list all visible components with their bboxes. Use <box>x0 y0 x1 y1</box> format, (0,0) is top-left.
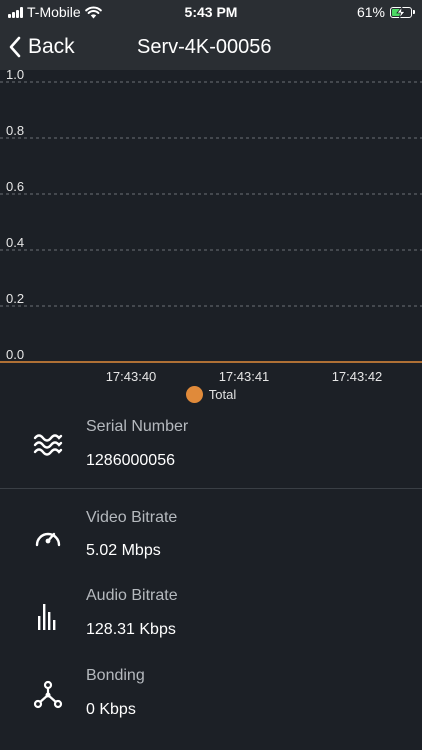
bitrate-chart: 0.0 0.2 0.4 0.6 0.8 1.0 17:43:40 17:43:41 17:43:… <box>0 70 422 406</box>
x-tick-label: 17:43:41 <box>219 369 270 384</box>
bonding-value: 0 Kbps <box>86 701 136 718</box>
battery-group: 61% <box>356 4 415 20</box>
x-tick-label: 17:43:42 <box>332 369 383 384</box>
video-bitrate-value: 5.02 Mbps <box>86 542 161 559</box>
navigation-bar: Back Serv-4K-00056 <box>0 24 422 70</box>
network-nodes-icon <box>31 678 65 712</box>
audio-bitrate-value: 128.31 Kbps <box>86 621 176 638</box>
serial-number-value: 1286000056 <box>86 452 175 469</box>
back-label: Back <box>28 35 75 58</box>
legend-label-total: Total <box>208 387 237 402</box>
y-tick-label: 0.6 <box>6 179 24 194</box>
divider <box>0 488 422 489</box>
status-bar: T-Mobile 5:43 PM 61% <box>0 0 422 24</box>
y-tick-label: 0.2 <box>6 291 24 306</box>
bolt-icon <box>396 6 406 18</box>
waves-icon <box>31 428 65 462</box>
back-button[interactable]: Back <box>8 32 75 62</box>
battery-percent: 61% <box>356 4 385 20</box>
info-section: Serial Number 1286000056 Video Bitrate 5… <box>0 406 422 750</box>
x-tick-label: 17:43:40 <box>106 369 157 384</box>
video-bitrate-label: Video Bitrate <box>86 509 178 526</box>
serial-number-label: Serial Number <box>86 418 189 435</box>
speedometer-icon <box>31 520 65 554</box>
battery-charging-icon <box>390 6 415 18</box>
chart-legend: Total <box>0 386 422 403</box>
audio-bars-icon <box>31 600 65 634</box>
y-tick-label: 0.4 <box>6 235 24 250</box>
legend-marker-total <box>185 386 203 403</box>
audio-bitrate-label: Audio Bitrate <box>86 587 178 604</box>
y-tick-label: 1.0 <box>6 70 24 82</box>
y-tick-label: 0.0 <box>6 347 24 362</box>
page-title: Serv-4K-00056 <box>137 36 272 58</box>
audio-bitrate-row: Audio Bitrate 128.31 Kbps <box>0 578 422 658</box>
y-tick-label: 0.8 <box>6 123 24 138</box>
serial-number-row: Serial Number 1286000056 <box>0 406 422 488</box>
chevron-left-icon <box>9 36 21 58</box>
bonding-label: Bonding <box>86 667 145 684</box>
bonding-row: Bonding 0 Kbps <box>0 658 422 738</box>
video-bitrate-row: Video Bitrate 5.02 Mbps <box>0 500 422 578</box>
chart-canvas: 0.0 0.2 0.4 0.6 0.8 1.0 17:43:40 17:43:41 17:43:… <box>0 70 422 384</box>
